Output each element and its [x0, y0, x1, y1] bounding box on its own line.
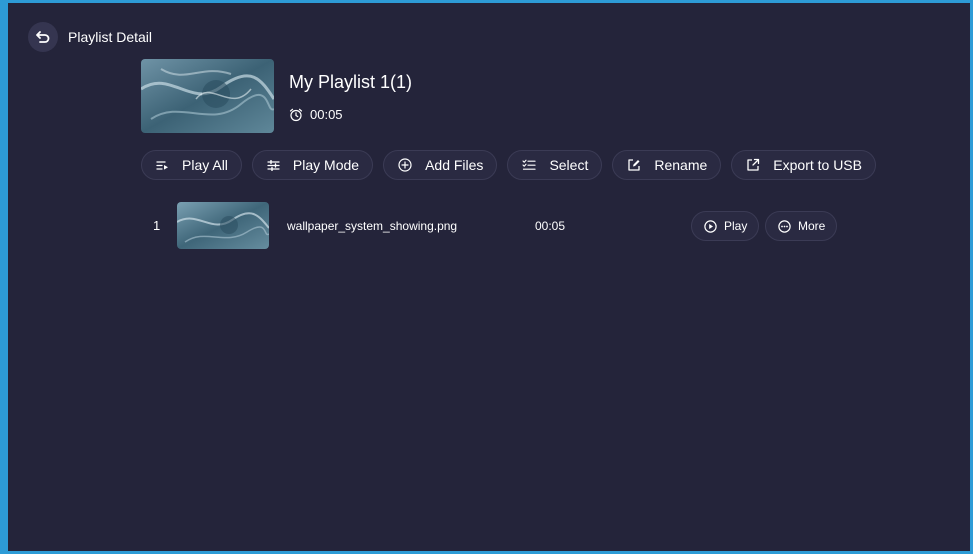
play-circle-icon — [704, 219, 717, 233]
alarm-clock-icon — [289, 108, 310, 122]
playlist-info: My Playlist 1(1) 00:05 — [141, 59, 412, 133]
select-button[interactable]: Select — [507, 150, 603, 180]
add-files-button[interactable]: Add Files — [383, 150, 498, 180]
back-arrow-icon — [35, 30, 51, 44]
sliders-icon — [267, 159, 280, 171]
play-all-label: Play All — [182, 157, 228, 173]
header: Playlist Detail — [28, 22, 152, 52]
more-circle-icon — [778, 219, 791, 233]
item-more-label: More — [798, 219, 826, 233]
item-file-name: wallpaper_system_showing.png — [287, 219, 458, 233]
list-item[interactable]: 1 wallpaper_system_showing.png 00:05 Pla… — [141, 201, 841, 249]
playlist-duration-row: 00:05 — [289, 107, 412, 122]
add-circle-icon — [398, 158, 412, 172]
play-list-icon — [156, 160, 169, 171]
add-files-label: Add Files — [425, 157, 484, 173]
app-frame: Playlist Detail My Playlist 1(1) 00:05 P… — [0, 0, 973, 554]
playlist-duration: 00:05 — [310, 107, 343, 122]
playlist-cover-image — [141, 59, 274, 133]
item-play-button[interactable]: Play — [691, 211, 760, 241]
toolbar: Play All Play Mode Add Files Select Rena… — [141, 150, 886, 180]
select-label: Select — [549, 157, 589, 173]
item-play-label: Play — [724, 219, 748, 233]
play-mode-label: Play Mode — [292, 157, 360, 173]
item-more-button[interactable]: More — [765, 211, 838, 241]
rename-label: Rename — [654, 157, 708, 173]
item-duration: 00:05 — [535, 219, 566, 233]
page-title: Playlist Detail — [68, 29, 153, 45]
play-all-button[interactable]: Play All — [141, 150, 242, 180]
play-mode-button[interactable]: Play Mode — [251, 150, 374, 180]
checklist-icon — [522, 159, 537, 171]
back-button[interactable] — [28, 22, 58, 52]
export-icon — [746, 158, 760, 172]
rename-button[interactable]: Rename — [612, 150, 722, 180]
edit-icon — [627, 158, 641, 172]
export-label: Export to USB — [773, 157, 862, 173]
item-index: 1 — [153, 218, 161, 233]
export-to-usb-button[interactable]: Export to USB — [731, 150, 876, 180]
item-thumbnail — [177, 202, 269, 249]
playlist-name: My Playlist 1(1) — [289, 72, 413, 92]
playlist-text: My Playlist 1(1) 00:05 — [289, 59, 412, 133]
